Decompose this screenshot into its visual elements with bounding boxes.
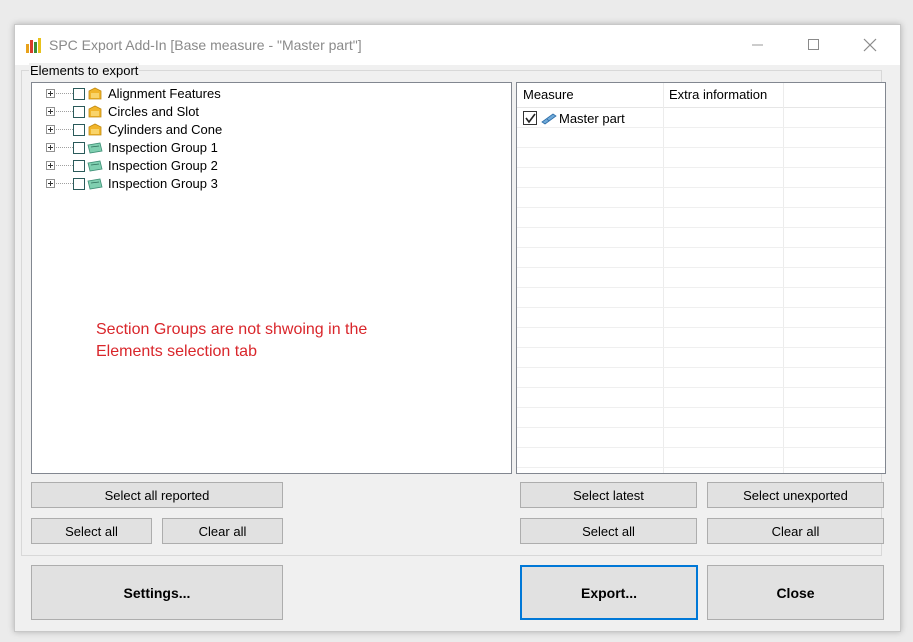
tree-checkbox[interactable] [73,142,85,154]
list-grid-line [517,387,885,388]
column-header-extra-information[interactable]: Extra information [663,83,783,107]
list-grid-line [517,327,885,328]
tree-connector [56,183,73,184]
list-grid-line [517,167,885,168]
tree-connector [56,129,73,130]
select-all-left-button[interactable]: Select all [31,518,152,544]
list-grid-line [517,187,885,188]
annotation-text: Section Groups are not shwoing in the El… [96,319,367,363]
tree-item-alignment-features[interactable]: Alignment Features [32,85,502,103]
select-all-right-button[interactable]: Select all [520,518,697,544]
tree-item-label: Inspection Group 3 [108,176,218,191]
list-grid-line [517,247,885,248]
tree-connector [56,147,73,148]
elements-tree[interactable]: Alignment Features Circles and Slot Cyli… [31,82,512,474]
bar-chart-app-icon [26,38,41,53]
tree-checkbox[interactable] [73,106,85,118]
measures-list[interactable]: Measure Extra information Master part [516,82,886,474]
close-window-button[interactable] [847,25,893,65]
list-grid-line [517,267,885,268]
annotation-line-1: Section Groups are not shwoing in the [96,321,368,338]
list-grid-line [517,207,885,208]
list-grid-line [517,307,885,308]
tree-item-label: Circles and Slot [108,104,200,119]
measure-icon [541,113,557,125]
expand-icon[interactable] [46,125,55,134]
column-separator [783,83,784,473]
annotation-line-2: Elements selection tab [96,343,257,360]
tree-item-label: Alignment Features [108,86,221,101]
expand-icon[interactable] [46,107,55,116]
window-title: SPC Export Add-In [Base measure - "Maste… [49,37,362,53]
close-button[interactable]: Close [707,565,884,620]
minimize-icon [752,44,763,46]
tree-item-label: Inspection Group 2 [108,158,218,173]
list-grid-line [517,227,885,228]
settings-button[interactable]: Settings... [31,565,283,620]
expand-icon[interactable] [46,179,55,188]
minimize-button[interactable] [735,25,781,65]
column-header-measure[interactable]: Measure [517,83,663,107]
column-separator [663,83,664,473]
tree-connector [56,165,73,166]
group-label: Elements to export [29,63,140,78]
expand-icon[interactable] [46,89,55,98]
tree-checkbox[interactable] [73,124,85,136]
clear-all-left-button[interactable]: Clear all [162,518,283,544]
list-grid-line [517,427,885,428]
folder-hand-icon [88,123,102,136]
list-header: Measure Extra information [517,83,885,108]
maximize-icon [808,39,819,50]
inspection-group-icon [87,160,103,172]
tree-checkbox[interactable] [73,160,85,172]
inspection-group-icon [87,178,103,190]
list-grid-line [517,287,885,288]
tree-checkbox[interactable] [73,88,85,100]
list-grid-line [517,127,885,128]
list-grid-line [517,347,885,348]
expand-icon[interactable] [46,161,55,170]
folder-hand-icon [88,105,102,118]
expand-icon[interactable] [46,143,55,152]
tree-item-label: Inspection Group 1 [108,140,218,155]
tree-item-inspection-group-1[interactable]: Inspection Group 1 [32,139,502,157]
list-grid-line [517,367,885,368]
tree-item-cylinders-and-cone[interactable]: Cylinders and Cone [32,121,502,139]
tree-checkbox[interactable] [73,178,85,190]
export-dialog-window: SPC Export Add-In [Base measure - "Maste… [14,24,901,632]
folder-hand-icon [88,87,102,100]
tree-connector [56,111,73,112]
inspection-group-icon [87,142,103,154]
export-button[interactable]: Export... [520,565,698,620]
select-all-reported-button[interactable]: Select all reported [31,482,283,508]
maximize-button[interactable] [791,25,837,65]
select-latest-button[interactable]: Select latest [520,482,697,508]
measure-checkbox[interactable] [523,111,537,125]
close-icon [863,38,877,52]
tree-item-circles-and-slot[interactable]: Circles and Slot [32,103,502,121]
list-grid-line [517,147,885,148]
clear-all-right-button[interactable]: Clear all [707,518,884,544]
list-grid-line [517,447,885,448]
checkmark-icon [525,113,536,124]
tree-item-inspection-group-2[interactable]: Inspection Group 2 [32,157,502,175]
tree-item-inspection-group-3[interactable]: Inspection Group 3 [32,175,502,193]
measure-name: Master part [559,111,625,126]
tree-connector [56,93,73,94]
list-grid-line [517,467,885,468]
list-grid-line [517,407,885,408]
tree-item-label: Cylinders and Cone [108,122,223,137]
title-bar[interactable]: SPC Export Add-In [Base measure - "Maste… [15,25,900,65]
select-unexported-button[interactable]: Select unexported [707,482,884,508]
